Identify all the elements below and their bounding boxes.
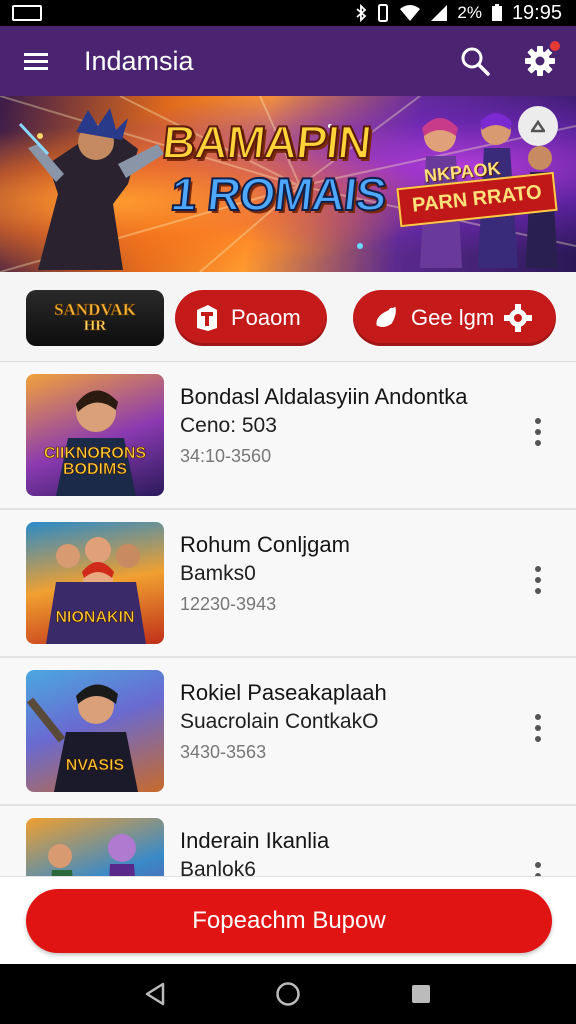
bottom-action-panel: Fopeachm Bupow (0, 876, 576, 964)
wifi-icon (400, 5, 421, 21)
logo-text-line2: HR (83, 318, 107, 335)
filter-pill-poaom[interactable]: Poaom (175, 290, 327, 346)
battery-percent: 2% (457, 3, 482, 22)
settings-gear-icon (504, 304, 533, 332)
filter-bar: SANDVAK HR Poaom Gee lgm (0, 272, 576, 362)
bluetooth-icon (356, 4, 367, 22)
hero-character-left (18, 108, 164, 270)
settings-button[interactable] (524, 39, 562, 77)
item-meta: 34:10-3560 (180, 446, 272, 466)
tag-icon (193, 304, 221, 332)
back-icon[interactable] (144, 982, 166, 1006)
item-subtitle: Ceno: 503 (180, 414, 277, 437)
list-item[interactable]: NVASIS Rokiel Paseakaplaah Suacrolain Co… (0, 658, 576, 806)
item-title: Inderain Ikanlia (180, 828, 330, 853)
battery-icon (491, 4, 502, 21)
app-bar: Indamsia (0, 26, 576, 96)
rocket-icon (373, 304, 401, 332)
filter-pill-label: Gee lgm (411, 305, 495, 330)
menu-icon[interactable] (24, 51, 48, 71)
primary-action-button[interactable]: Fopeachm Bupow (26, 889, 552, 953)
thumbnail-caption: NVASIS (65, 757, 125, 774)
item-meta: 3430-3563 (180, 742, 267, 762)
status-bar: 2% 19:95 (0, 0, 576, 26)
list-item[interactable]: NIONAKIN Rohum Conljgam Bamks0 12230-394… (0, 510, 576, 658)
item-title: Bondasl Aldalasyiin Andontka (180, 384, 468, 409)
item-title: Rohum Conljgam (180, 532, 350, 557)
more-options-icon[interactable] (534, 418, 542, 446)
recents-icon[interactable] (410, 983, 432, 1005)
banner-corner-button[interactable] (518, 106, 558, 146)
list-item[interactable]: CIIKNORONS BODIMS Bondasl Aldalasyiin An… (0, 362, 576, 510)
item-subtitle: Bamks0 (180, 562, 256, 585)
app-title: Indamsia (84, 45, 194, 76)
thumbnail-caption: CIIKNORONS BODIMS (43, 445, 147, 478)
home-icon[interactable] (275, 981, 301, 1007)
thumbnail-caption: NIONAKIN (55, 609, 135, 626)
more-options-icon[interactable] (534, 714, 542, 742)
expand-icon (530, 119, 546, 133)
filter-pill-gee-lgm[interactable]: Gee lgm (353, 290, 556, 346)
system-nav-bar (0, 964, 576, 1024)
clock: 19:95 (511, 1, 562, 24)
notification-icon (12, 5, 42, 21)
vibrate-icon (378, 4, 389, 22)
banner-headline-line2: 1 ROMAIS (168, 167, 390, 221)
logo-text-line1: SANDVAK (54, 300, 136, 319)
item-title: Rokiel Paseakaplaah (180, 680, 387, 705)
signal-icon (431, 5, 448, 21)
game-thumbnail: CIIKNORONS BODIMS (26, 374, 164, 496)
notification-badge (548, 39, 562, 53)
banner-headline-line1: BAMAPIN (159, 115, 374, 169)
more-options-icon[interactable] (534, 566, 542, 594)
item-meta: 12230-3943 (180, 594, 277, 614)
filter-pill-label: Poaom (231, 305, 301, 330)
search-icon[interactable] (460, 46, 490, 76)
item-subtitle: Suacrolain ContkakO (180, 710, 379, 733)
promo-banner[interactable]: BAMAPIN 1 ROMAIS NKPAOK PARN RRATO (0, 96, 576, 272)
brand-logo-chip[interactable]: SANDVAK HR (26, 290, 164, 346)
game-list: CIIKNORONS BODIMS Bondasl Aldalasyiin An… (0, 362, 576, 954)
banner-headline: BAMAPIN 1 ROMAIS (155, 115, 394, 221)
game-thumbnail: NVASIS (26, 670, 164, 792)
game-thumbnail: NIONAKIN (26, 522, 164, 644)
